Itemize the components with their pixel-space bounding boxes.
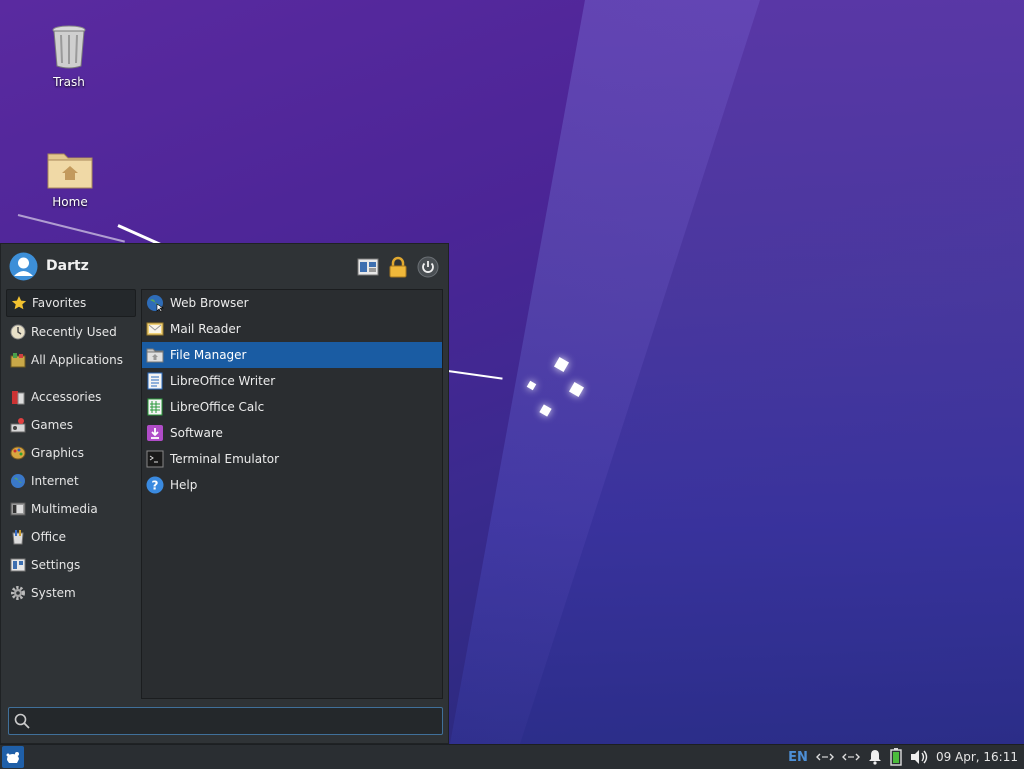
- clock-icon: [10, 324, 26, 340]
- settings-manager-button[interactable]: [357, 256, 379, 278]
- category-accessories[interactable]: Accessories: [6, 384, 136, 410]
- menu-header: Dartz: [1, 244, 448, 288]
- lock-icon: [389, 256, 407, 278]
- bell-icon[interactable]: [868, 749, 882, 765]
- category-label: All Applications: [31, 353, 123, 367]
- user-avatar-icon[interactable]: [9, 252, 38, 281]
- wallpaper-streak: [447, 370, 503, 380]
- whisker-menu-button[interactable]: [2, 746, 24, 768]
- search-box[interactable]: [8, 707, 443, 735]
- application-menu: Dartz Favorites Recently Used All Applic…: [0, 243, 449, 744]
- app-item-help[interactable]: ? Help: [142, 472, 442, 498]
- category-all-applications[interactable]: All Applications: [6, 347, 136, 373]
- category-label: Recently Used: [31, 325, 117, 339]
- writer-icon: [147, 372, 163, 390]
- lock-screen-button[interactable]: [387, 256, 409, 278]
- graphics-icon: [10, 446, 26, 460]
- app-item-software[interactable]: Software: [142, 420, 442, 446]
- app-item-web-browser[interactable]: Web Browser: [142, 290, 442, 316]
- category-office[interactable]: Office: [6, 524, 136, 550]
- home-folder-icon: [47, 153, 93, 189]
- multimedia-icon: [10, 502, 26, 516]
- category-label: Graphics: [31, 446, 84, 460]
- app-item-libreoffice-writer[interactable]: LibreOffice Writer: [142, 368, 442, 394]
- wallpaper-streak: [17, 214, 125, 243]
- mail-icon: [146, 322, 164, 336]
- app-item-mail-reader[interactable]: Mail Reader: [142, 316, 442, 342]
- desktop-icon-home[interactable]: Home: [30, 148, 110, 209]
- category-graphics[interactable]: Graphics: [6, 440, 136, 466]
- app-label: Web Browser: [170, 296, 249, 310]
- category-label: Accessories: [31, 390, 102, 404]
- category-favorites[interactable]: Favorites: [6, 289, 136, 317]
- app-label: LibreOffice Writer: [170, 374, 276, 388]
- category-settings[interactable]: Settings: [6, 552, 136, 578]
- search-input[interactable]: [35, 711, 439, 733]
- settings-icon: [10, 558, 26, 572]
- category-label: Multimedia: [31, 502, 98, 516]
- category-label: Office: [31, 530, 67, 544]
- battery-icon[interactable]: [890, 748, 902, 766]
- power-icon: [417, 256, 439, 278]
- whisker-menu-icon: [6, 752, 19, 763]
- app-label: LibreOffice Calc: [170, 400, 265, 414]
- category-list: Favorites Recently Used All Applications…: [6, 289, 136, 606]
- app-label: File Manager: [170, 348, 247, 362]
- category-games[interactable]: Games: [6, 412, 136, 438]
- category-internet[interactable]: Internet: [6, 468, 136, 494]
- app-label: Help: [170, 478, 198, 492]
- desktop-icon-label: Trash: [53, 75, 85, 89]
- category-label: Settings: [31, 558, 81, 572]
- system-tray: EN 09 Apr, 16:11: [788, 745, 1024, 769]
- app-label: Terminal Emulator: [170, 452, 280, 466]
- accessories-icon: [12, 391, 25, 405]
- app-label: Mail Reader: [170, 322, 241, 336]
- software-icon: [147, 425, 163, 441]
- power-button[interactable]: [417, 256, 439, 278]
- network-icon[interactable]: [841, 750, 860, 764]
- app-item-libreoffice-calc[interactable]: LibreOffice Calc: [142, 394, 442, 420]
- category-label: Internet: [31, 474, 79, 488]
- help-icon: ?: [146, 476, 164, 494]
- calc-icon: [147, 398, 163, 416]
- trash-icon: [52, 25, 86, 69]
- app-label: Software: [170, 426, 223, 440]
- category-multimedia[interactable]: Multimedia: [6, 496, 136, 522]
- category-label: System: [31, 586, 76, 600]
- clock[interactable]: 09 Apr, 16:11: [936, 750, 1018, 764]
- gear-icon: [11, 586, 25, 600]
- svg-text:?: ?: [152, 479, 159, 493]
- applications-icon: [10, 353, 26, 368]
- keyboard-layout-indicator[interactable]: EN: [788, 750, 808, 765]
- star-icon: [11, 296, 27, 310]
- user-name: Dartz: [46, 258, 89, 274]
- network-icon[interactable]: [815, 750, 834, 764]
- category-label: Games: [31, 418, 73, 432]
- office-icon: [12, 530, 24, 545]
- app-item-terminal-emulator[interactable]: Terminal Emulator: [142, 446, 442, 472]
- file-manager-icon: [146, 348, 164, 363]
- desktop-icon-trash[interactable]: Trash: [29, 22, 109, 89]
- volume-icon[interactable]: [910, 749, 928, 765]
- taskbar-panel: EN 09 Apr, 16:11: [0, 744, 1024, 769]
- desktop-icon-label: Home: [52, 195, 88, 209]
- terminal-icon: [146, 450, 164, 468]
- category-system[interactable]: System: [6, 580, 136, 606]
- search-icon: [14, 713, 30, 729]
- globe-icon: [11, 474, 25, 488]
- application-list: Web Browser Mail Reader File Manager Lib…: [141, 289, 443, 699]
- settings-manager-icon: [357, 258, 379, 276]
- app-item-file-manager[interactable]: File Manager: [142, 342, 442, 368]
- web-browser-icon: [147, 295, 164, 312]
- category-label: Favorites: [32, 296, 87, 310]
- category-recently-used[interactable]: Recently Used: [6, 319, 136, 345]
- games-icon: [10, 418, 26, 433]
